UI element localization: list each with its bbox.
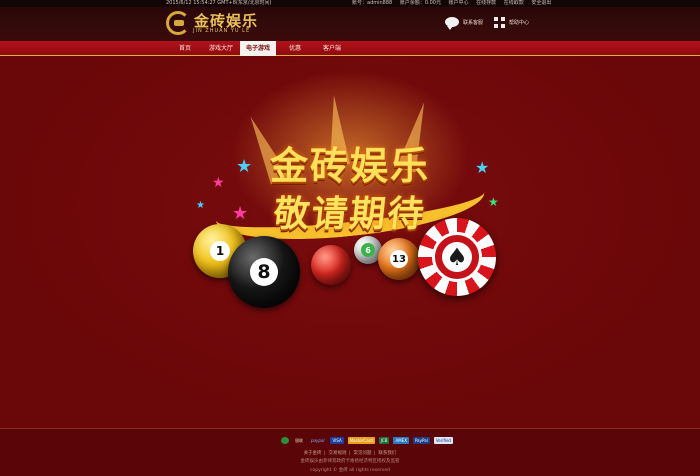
footer-links: 关于金砖 | 交易规则 | 常见问题 | 联系我们: [303, 451, 397, 456]
billiard-ball-red: [311, 245, 351, 285]
balance-label: 账户余额：0.00元: [399, 0, 441, 6]
paypal-badge-label: PayPal: [412, 437, 430, 444]
logout-link[interactable]: 安全退出: [531, 0, 551, 6]
help-center-link[interactable]: 帮助中心: [494, 17, 529, 28]
billiard-ball-13: 13: [378, 238, 420, 280]
verified-label: Verified: [433, 437, 453, 444]
footer-link-faq[interactable]: 常见问题: [353, 451, 371, 456]
amex-label: AMEX: [393, 437, 409, 444]
logo-subtitle: JIN ZHUAN YU LE: [193, 28, 251, 34]
nav-item-game-hall[interactable]: 游戏大厅: [203, 41, 239, 56]
ball-number: 13: [390, 250, 408, 268]
footer-link-contact[interactable]: 联系我们: [378, 451, 396, 456]
ball-number: 6: [361, 243, 375, 257]
account-label: 账号：admin888: [352, 0, 393, 6]
poker-chip-center: ♠: [432, 232, 482, 282]
footer: 银联 paypal VISA MasterCard JCB AMEX PayPa…: [0, 428, 700, 476]
license-note: 金砖娱乐由菲律宾政府卡格扬经济特区授权及监管: [300, 459, 400, 464]
visa-label: VISA: [330, 437, 344, 444]
chat-icon: [445, 17, 459, 30]
logo-icon[interactable]: [166, 11, 190, 35]
nav-item-client[interactable]: 客户端: [315, 41, 349, 56]
help-center-label: 帮助中心: [509, 20, 530, 26]
payment-logos: 银联 paypal VISA MasterCard JCB AMEX PayPa…: [281, 437, 453, 444]
billiard-ball-8: 8: [228, 236, 300, 308]
grid-icon: [494, 17, 505, 28]
ball-number: 1: [210, 241, 230, 261]
datetime-label: 2015/6/12 15:54:27 GMT+8(东京/北京时间): [166, 0, 272, 6]
footer-link-rules[interactable]: 交易规则: [329, 451, 347, 456]
paypal-label: paypal: [311, 438, 325, 443]
jcb-label: JCB: [378, 437, 390, 444]
poker-chip: ♠: [418, 218, 496, 296]
spade-icon: ♠: [442, 242, 472, 272]
unionpay-label: 银联: [295, 438, 303, 443]
nav-item-electronic-games[interactable]: 电子游戏: [240, 41, 276, 56]
withdraw-link[interactable]: 在线取款: [504, 0, 524, 6]
header: [0, 7, 700, 41]
nav-item-promotions[interactable]: 优惠: [282, 41, 308, 56]
ball-number: 8: [250, 258, 278, 286]
main-nav: 首页 游戏大厅 电子游戏 优惠 客户端: [0, 41, 700, 56]
account-bar: 账号：admin888 账户余额：0.00元 账户中心 在线存款 在线取款 安全…: [352, 0, 557, 7]
banner-title: 金砖娱乐: [269, 143, 430, 188]
nav-item-home[interactable]: 首页: [170, 41, 200, 56]
copyright: copyright © 金砖 all rights reserved: [310, 468, 390, 473]
footer-link-about[interactable]: 关于金砖: [304, 451, 322, 456]
contact-service-label: 联系客服: [463, 19, 484, 26]
top-bar: 2015/6/12 15:54:27 GMT+8(东京/北京时间) 账号：adm…: [0, 0, 700, 7]
unionpay-icon: [281, 437, 289, 444]
account-center-link[interactable]: 账户中心: [449, 0, 469, 6]
mastercard-label: MasterCard: [347, 437, 375, 444]
banner-subtitle: 敬请期待: [271, 193, 428, 235]
deposit-link[interactable]: 在线存款: [476, 0, 496, 6]
contact-service-link[interactable]: 联系客服: [445, 17, 484, 30]
